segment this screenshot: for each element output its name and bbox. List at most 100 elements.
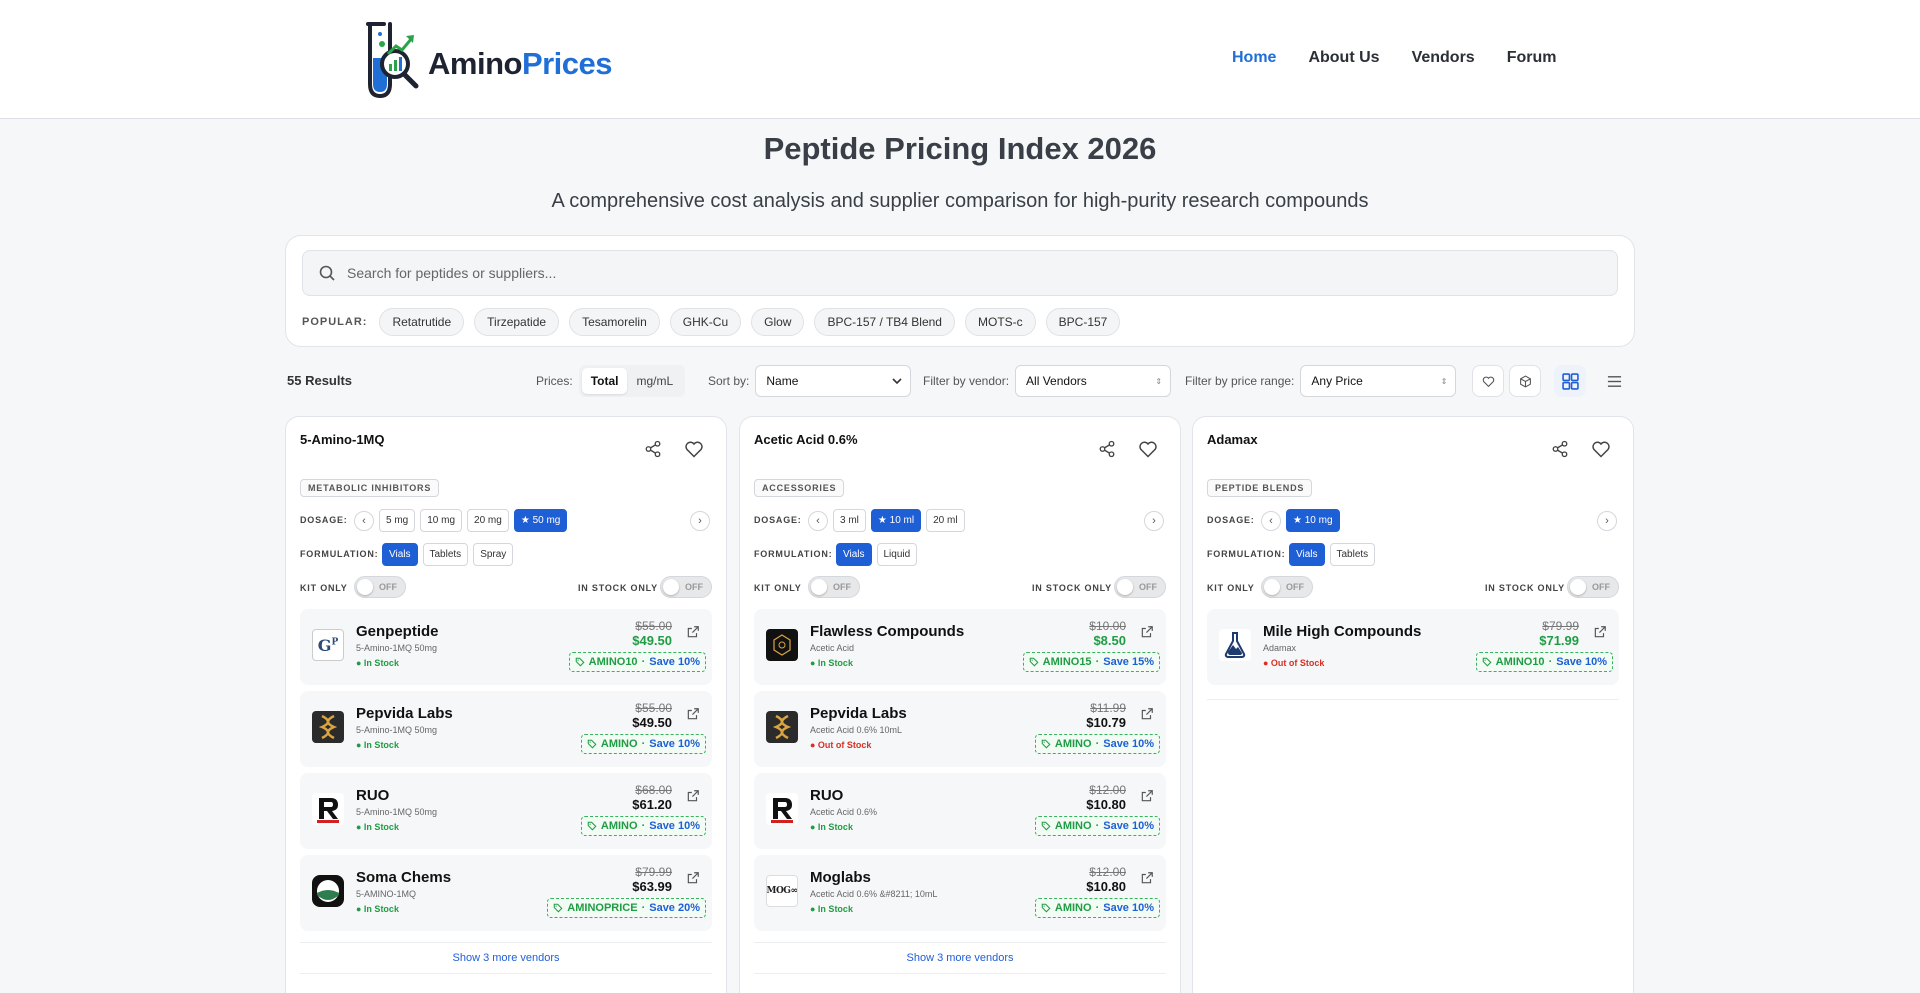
dosage-prev-button[interactable]: ‹	[1261, 510, 1281, 531]
sale-price: $10.79	[1086, 715, 1126, 730]
vendor-row[interactable]: Mile High Compounds Adamax ● Out of Stoc…	[1207, 609, 1619, 685]
vendor-row[interactable]: GP Genpeptide 5-Amino-1MQ 50mg ● In Stoc…	[300, 609, 712, 685]
formulation-option-selected[interactable]: Vials	[382, 543, 418, 566]
nav-home[interactable]: Home	[1232, 49, 1276, 67]
kit-only-toggle[interactable]: OFF	[354, 576, 406, 598]
favorite-button[interactable]	[1584, 432, 1618, 466]
popular-chip[interactable]: MOTS-c	[964, 308, 1036, 336]
popular-chip[interactable]: BPC-157	[1045, 308, 1121, 336]
vendor-row[interactable]: RUO Acetic Acid 0.6% ● In Stock $12.00 $…	[754, 773, 1166, 849]
stock-status: ● In Stock	[810, 658, 853, 668]
show-more-vendors-button[interactable]: Show 3 more vendors	[754, 942, 1166, 974]
popular-chip[interactable]: GHK-Cu	[669, 308, 742, 336]
dosage-next-button[interactable]: ›	[1144, 511, 1164, 531]
dosage-label: DOSAGE:	[300, 515, 348, 525]
site-logo[interactable]: AminoPrices	[360, 20, 620, 102]
sort-select[interactable]: Name	[755, 365, 912, 397]
external-link-icon[interactable]	[686, 871, 700, 885]
popular-chip[interactable]: Tirzepatide	[474, 308, 560, 336]
nav-forum[interactable]: Forum	[1507, 49, 1557, 67]
coupon-code[interactable]: AMINO · Save 10%	[580, 816, 706, 836]
prices-total-option[interactable]: Total	[581, 368, 628, 394]
coupon-code[interactable]: AMINOPRICE · Save 20%	[547, 898, 706, 918]
kit-only-toggle[interactable]: OFF	[1261, 576, 1313, 598]
product-name: Acetic Acid 0.6%	[754, 432, 858, 447]
vendor-filter-select[interactable]: All Vendors ⇕	[1015, 365, 1172, 397]
popular-chip[interactable]: Retatrutide	[379, 308, 465, 336]
external-link-icon[interactable]	[1140, 707, 1154, 721]
coupon-code[interactable]: AMINO15 · Save 15%	[1022, 652, 1160, 672]
coupon-code[interactable]: AMINO · Save 10%	[1034, 734, 1160, 754]
vendor-row[interactable]: RUO 5-Amino-1MQ 50mg ● In Stock $68.00 $…	[300, 773, 712, 849]
formulation-options: Vials Liquid	[836, 543, 918, 566]
share-button[interactable]	[1090, 432, 1124, 466]
popular-chip[interactable]: Glow	[751, 308, 805, 336]
external-link-icon[interactable]	[686, 789, 700, 803]
external-link-icon[interactable]	[1140, 625, 1154, 639]
favorite-button[interactable]	[1131, 432, 1165, 466]
coupon-code[interactable]: AMINO · Save 10%	[580, 734, 706, 754]
dosage-next-button[interactable]: ›	[1597, 511, 1617, 531]
formulation-option[interactable]: Spray	[473, 543, 514, 566]
external-link-icon[interactable]	[1140, 789, 1154, 803]
nav-vendors[interactable]: Vendors	[1412, 49, 1475, 67]
formulation-option[interactable]: Tablets	[422, 543, 469, 566]
price-filter-select[interactable]: Any Price ⇕	[1300, 365, 1457, 397]
external-link-icon[interactable]	[1140, 871, 1154, 885]
dosage-next-button[interactable]: ›	[690, 511, 710, 531]
formulation-option-selected[interactable]: Vials	[836, 543, 872, 566]
in-stock-only-toggle[interactable]: OFF	[660, 576, 712, 598]
favorites-filter-button[interactable]	[1472, 365, 1504, 397]
popular-chip[interactable]: BPC-157 / TB4 Blend	[814, 308, 955, 336]
popular-chip[interactable]: Tesamorelin	[569, 308, 660, 336]
vendor-row[interactable]: Pepvida Labs Acetic Acid 0.6% 10mL ● Out…	[754, 691, 1166, 767]
grid-view-button[interactable]	[1554, 365, 1586, 397]
genpeptide-logo: GP	[312, 629, 344, 661]
dosage-option-selected[interactable]: ★ 10 ml	[870, 509, 922, 532]
coupon-code[interactable]: AMINO10 · Save 10%	[1475, 652, 1613, 672]
share-button[interactable]	[1543, 432, 1577, 466]
stock-status: ● Out of Stock	[810, 740, 872, 750]
share-button[interactable]	[636, 432, 670, 466]
coupon-code[interactable]: AMINO · Save 10%	[1034, 816, 1160, 836]
coupon-code[interactable]: AMINO10 · Save 10%	[568, 652, 706, 672]
dosage-option[interactable]: 10 mg	[420, 509, 463, 532]
dosage-option-selected[interactable]: ★ 10 mg	[1286, 509, 1340, 532]
vendor-row[interactable]: MOG∞ Moglabs Acetic Acid 0.6% &#8211; 10…	[754, 855, 1166, 931]
dosage-prev-button[interactable]: ‹	[808, 510, 828, 531]
search-input[interactable]	[347, 265, 1547, 281]
formulation-option[interactable]: Liquid	[876, 543, 918, 566]
dosage-option[interactable]: 20 mg	[467, 509, 509, 532]
kit-only-label: KIT ONLY	[1207, 583, 1255, 593]
sale-price: $10.80	[1086, 797, 1126, 812]
formulation-option-selected[interactable]: Vials	[1289, 543, 1325, 566]
mile-high-compounds-logo	[1219, 629, 1251, 661]
nav-about-us[interactable]: About Us	[1308, 49, 1379, 67]
dosage-option-selected[interactable]: ★ 50 mg	[513, 509, 568, 532]
list-view-button[interactable]	[1598, 365, 1630, 397]
formulation-option[interactable]: Tablets	[1329, 543, 1376, 566]
results-count: 55 Results	[287, 373, 353, 388]
page-subtitle: A comprehensive cost analysis and suppli…	[551, 190, 1369, 212]
show-more-vendors-button[interactable]: Show 3 more vendors	[300, 942, 712, 974]
favorite-button[interactable]	[677, 432, 711, 466]
dosage-prev-button[interactable]: ‹	[354, 510, 374, 531]
prices-mgml-option[interactable]: mg/mL	[627, 368, 682, 394]
kit-only-toggle[interactable]: OFF	[808, 576, 860, 598]
coupon-code[interactable]: AMINO · Save 10%	[1034, 898, 1160, 918]
moglabs-logo: MOG∞	[766, 875, 798, 907]
vendor-row[interactable]: Soma Chems 5-AMINO-1MQ ● In Stock $79.99…	[300, 855, 712, 931]
kit-filter-button[interactable]	[1509, 365, 1541, 397]
price-filter-value: Any Price	[1311, 374, 1363, 388]
dosage-option[interactable]: 20 ml	[926, 509, 965, 532]
dosage-option[interactable]: 3 ml	[833, 509, 866, 532]
external-link-icon[interactable]	[1593, 625, 1607, 639]
external-link-icon[interactable]	[686, 625, 700, 639]
vendor-row[interactable]: Flawless Compounds Acetic Acid ● In Stoc…	[754, 609, 1166, 685]
in-stock-only-toggle[interactable]: OFF	[1114, 576, 1166, 598]
vendor-product: Acetic Acid 0.6% 10mL	[810, 725, 903, 735]
dosage-option[interactable]: 5 mg	[379, 509, 416, 532]
vendor-row[interactable]: Pepvida Labs 5-Amino-1MQ 50mg ● In Stock…	[300, 691, 712, 767]
external-link-icon[interactable]	[686, 707, 700, 721]
in-stock-only-toggle[interactable]: OFF	[1567, 576, 1619, 598]
